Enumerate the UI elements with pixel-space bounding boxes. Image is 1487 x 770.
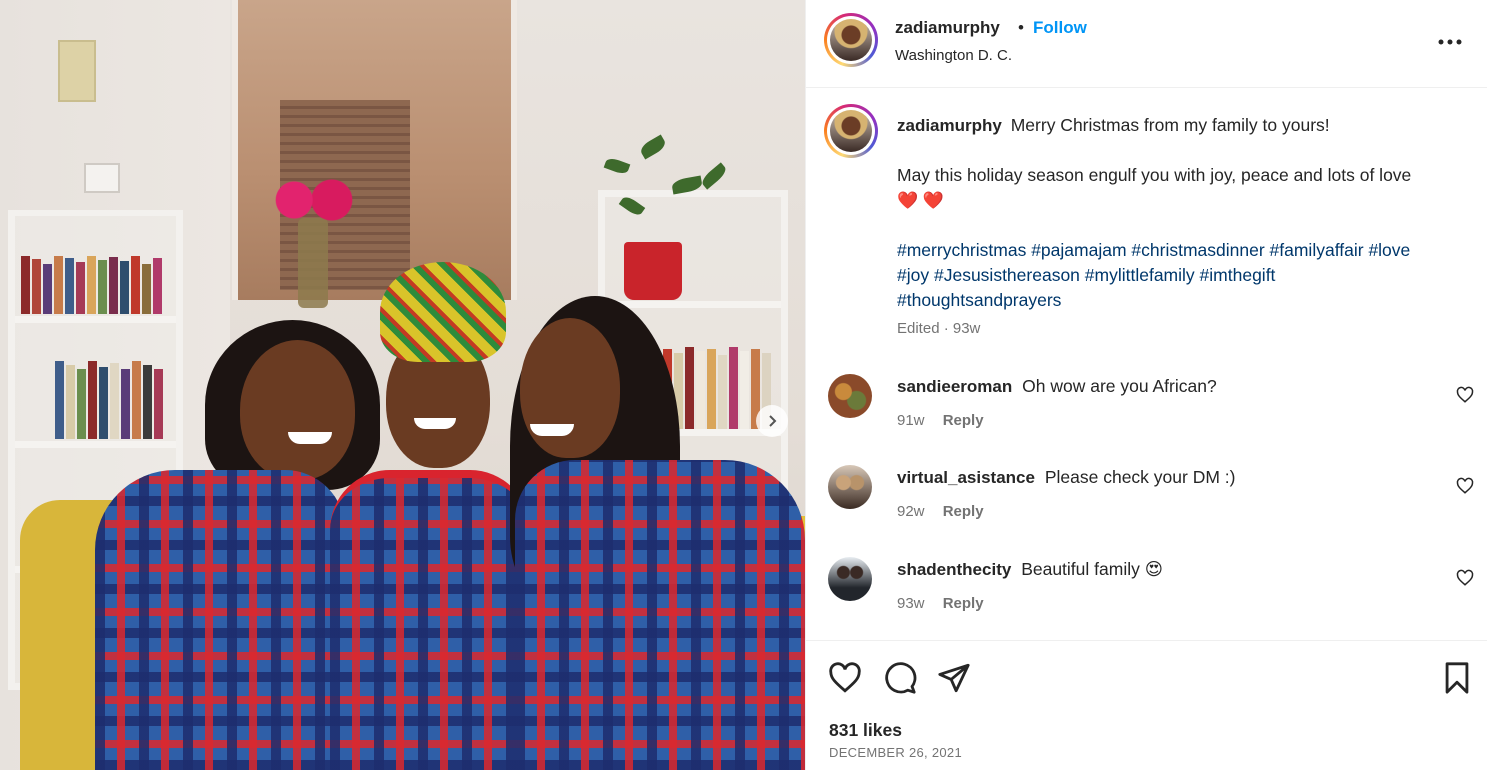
photo-person-middle-headwrap bbox=[380, 262, 506, 362]
photo-person-middle-pajamas bbox=[330, 470, 530, 770]
photo-person-left-face bbox=[240, 340, 355, 480]
reply-button[interactable]: Reply bbox=[943, 503, 984, 520]
comment-text: Beautiful family bbox=[1021, 559, 1140, 579]
photo-person-left-smile bbox=[288, 432, 332, 444]
caption-meta: Edited · 93w bbox=[897, 320, 981, 337]
hashtag[interactable]: #mylittlefamily bbox=[1085, 265, 1195, 285]
photo-person-right-pajamas bbox=[515, 460, 805, 770]
comment-text: Please check your DM :) bbox=[1044, 467, 1236, 487]
hashtag[interactable]: #thoughtsandprayers bbox=[897, 290, 1061, 310]
heart-icon[interactable] bbox=[828, 661, 862, 695]
caption-username[interactable]: zadiamurphy bbox=[897, 116, 1002, 135]
heart-icon[interactable] bbox=[1456, 569, 1474, 587]
post-location[interactable]: Washington D. C. bbox=[895, 47, 1012, 64]
heart-icon[interactable] bbox=[1456, 386, 1474, 404]
separator-dot: • bbox=[1018, 18, 1024, 37]
photo-person-right-smile bbox=[530, 424, 574, 436]
comment-username[interactable]: sandieeroman bbox=[897, 377, 1012, 396]
caption-line-1: Merry Christmas from my family to yours! bbox=[1010, 115, 1330, 135]
comment-age[interactable]: 91w bbox=[897, 412, 925, 429]
hashtag[interactable]: #pajamajam bbox=[1031, 240, 1126, 260]
comment-icon[interactable] bbox=[883, 661, 917, 695]
food-avatar[interactable] bbox=[828, 374, 872, 418]
more-options-icon[interactable] bbox=[1438, 30, 1462, 46]
photo-person-right-face bbox=[520, 318, 620, 458]
photo-wall-art bbox=[58, 40, 96, 102]
hashtag[interactable]: #familyaffair bbox=[1270, 240, 1364, 260]
hashtag[interactable]: #Jesusisthereason bbox=[934, 265, 1080, 285]
reply-button[interactable]: Reply bbox=[943, 595, 984, 612]
hashtag[interactable]: #imthegift bbox=[1200, 265, 1276, 285]
comment-item: shadenthecity Beautiful family 😍 93w Rep… bbox=[806, 557, 1487, 637]
author-avatar[interactable] bbox=[824, 13, 878, 67]
comment-username[interactable]: shadenthecity bbox=[897, 560, 1011, 579]
caption-line-2: May this holiday season engulf you with … bbox=[897, 165, 1412, 185]
photo-plant-pot bbox=[624, 242, 682, 300]
photo-person-left-pajamas bbox=[95, 470, 345, 770]
bookmark-icon[interactable] bbox=[1440, 661, 1474, 695]
comment-item: sandieeroman Oh wow are you African? 91w… bbox=[806, 374, 1487, 454]
post-date: DECEMBER 26, 2021 bbox=[829, 745, 962, 760]
comment-item: virtual_asistance Please check your DM :… bbox=[806, 465, 1487, 545]
post-header: zadiamurphy • Follow Washington D. C. bbox=[806, 0, 1487, 88]
post-actions: 831 likes DECEMBER 26, 2021 bbox=[806, 640, 1487, 770]
follow-button[interactable]: Follow bbox=[1033, 18, 1087, 38]
post-details-panel: zadiamurphy • Follow Washington D. C. za… bbox=[805, 0, 1487, 770]
photo-plant-leaf bbox=[699, 162, 729, 190]
author-username[interactable]: zadiamurphy bbox=[895, 18, 1000, 38]
comment-age[interactable]: 92w bbox=[897, 503, 925, 520]
heart-icon[interactable] bbox=[1456, 477, 1474, 495]
comment-text: Oh wow are you African? bbox=[1022, 376, 1217, 396]
chevron-right-icon[interactable] bbox=[756, 405, 788, 437]
caption-avatar[interactable] bbox=[824, 104, 878, 158]
send-icon[interactable] bbox=[937, 661, 971, 695]
caption-hashtags: #merrychristmas #pajamajam #christmasdin… bbox=[897, 238, 1437, 313]
photo-vase bbox=[298, 218, 328, 308]
photo-person-middle-smile bbox=[414, 418, 456, 429]
comment-age[interactable]: 93w bbox=[897, 595, 925, 612]
hashtag[interactable]: #love bbox=[1368, 240, 1410, 260]
heart-eyes-emoji: 😍 bbox=[1144, 559, 1163, 579]
red-heart-emoji: ❤️ ❤️ bbox=[897, 191, 945, 210]
group-avatar[interactable] bbox=[828, 557, 872, 601]
comment-username[interactable]: virtual_asistance bbox=[897, 468, 1035, 487]
hashtag[interactable]: #joy bbox=[897, 265, 929, 285]
post-photo[interactable] bbox=[0, 0, 805, 770]
two-people-avatar[interactable] bbox=[828, 465, 872, 509]
photo-flowers bbox=[266, 178, 360, 222]
photo-plant-leaf bbox=[603, 156, 631, 176]
hashtag[interactable]: #christmasdinner bbox=[1131, 240, 1264, 260]
hashtag[interactable]: #merrychristmas bbox=[897, 240, 1026, 260]
likes-count[interactable]: 831 likes bbox=[829, 720, 902, 741]
reply-button[interactable]: Reply bbox=[943, 412, 984, 429]
photo-thermostat bbox=[84, 163, 120, 193]
photo-plant-leaf bbox=[638, 134, 668, 160]
